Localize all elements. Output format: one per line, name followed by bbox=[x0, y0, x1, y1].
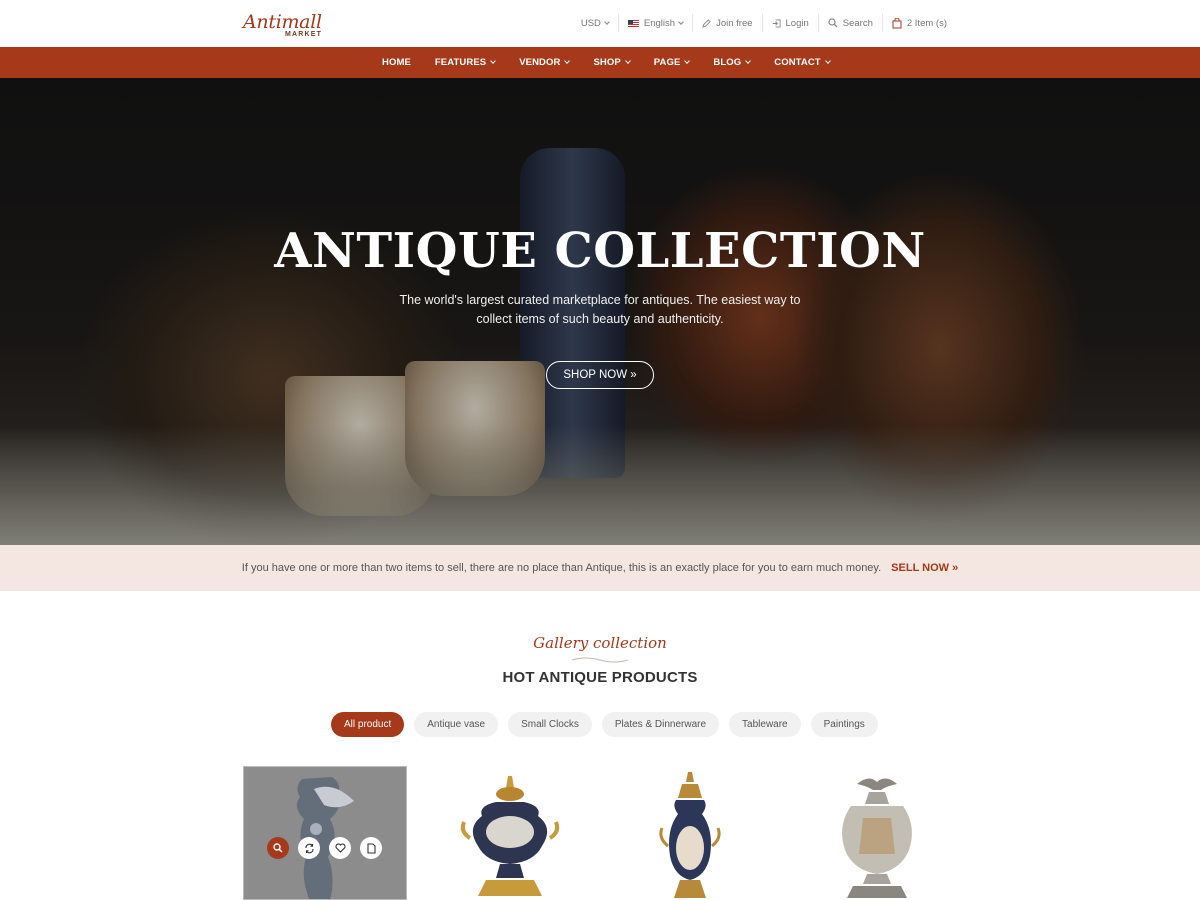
nav-item-shop[interactable]: SHOP bbox=[581, 47, 641, 78]
login-link[interactable]: Login bbox=[761, 14, 818, 32]
chevron-down-icon bbox=[684, 58, 691, 64]
nav-label: CONTACT bbox=[774, 57, 821, 68]
compare-icon bbox=[304, 843, 314, 853]
chevron-down-icon bbox=[745, 58, 752, 64]
product-image-gilded-urn bbox=[460, 776, 560, 896]
join-link[interactable]: Join free bbox=[692, 14, 761, 32]
language-selector[interactable]: English bbox=[617, 14, 692, 32]
language-label: English bbox=[643, 17, 676, 29]
chevron-down-icon bbox=[678, 18, 684, 25]
document-icon bbox=[366, 842, 376, 854]
nav-label: HOME bbox=[382, 57, 411, 68]
flag-icon bbox=[627, 19, 639, 27]
nav-label: VENDOR bbox=[519, 57, 561, 68]
search-icon bbox=[828, 18, 838, 28]
compare-button[interactable] bbox=[298, 837, 320, 859]
ornament-divider-icon bbox=[571, 657, 629, 663]
filter-plates-dinnerware[interactable]: Plates & Dinnerware bbox=[601, 712, 720, 737]
hero-title: ANTIQUE COLLECTION bbox=[274, 223, 926, 279]
pencil-icon bbox=[702, 18, 711, 28]
cart-count: 2 Item (s) bbox=[906, 17, 947, 29]
cart-link[interactable]: 2 Item (s) bbox=[881, 14, 956, 32]
sell-now-link[interactable]: SELL NOW » bbox=[891, 562, 958, 574]
site-logo[interactable]: Antimall MARKET bbox=[243, 8, 323, 40]
nav-item-contact[interactable]: CONTACT bbox=[762, 47, 841, 78]
nav-label: SHOP bbox=[593, 57, 621, 68]
chevron-down-icon bbox=[490, 58, 497, 64]
filter-all-product[interactable]: All product bbox=[331, 712, 405, 737]
top-header: Antimall MARKET USD English Join free Lo… bbox=[0, 0, 1200, 47]
chevron-down-icon bbox=[604, 18, 610, 25]
currency-label: USD bbox=[580, 17, 601, 29]
nav-label: PAGE bbox=[653, 57, 681, 68]
section-title: HOT ANTIQUE PRODUCTS bbox=[502, 669, 698, 686]
nav-item-home[interactable]: HOME bbox=[370, 47, 423, 78]
product-card[interactable] bbox=[797, 766, 961, 900]
product-image-ornate-ewer bbox=[296, 777, 354, 899]
product-image-silver-eagle-urn bbox=[842, 778, 912, 898]
product-actions bbox=[267, 837, 391, 859]
search-label: Search bbox=[842, 17, 873, 29]
quick-view-button[interactable] bbox=[267, 837, 289, 859]
search-link[interactable]: Search bbox=[817, 14, 882, 32]
sell-banner: If you have one or more than two items t… bbox=[0, 545, 1200, 591]
hero-banner: ANTIQUE COLLECTION The world's largest c… bbox=[0, 78, 1200, 545]
login-icon bbox=[772, 18, 781, 28]
filter-small-clocks[interactable]: Small Clocks bbox=[508, 712, 592, 737]
logo-subtitle: MARKET bbox=[285, 31, 323, 38]
nav-label: FEATURES bbox=[434, 57, 487, 68]
product-card[interactable] bbox=[243, 766, 407, 900]
details-button[interactable] bbox=[360, 837, 382, 859]
nav-label: BLOG bbox=[713, 57, 742, 68]
shopping-bag-icon bbox=[892, 17, 902, 29]
product-filter-tabs: All product Antique vase Small Clocks Pl… bbox=[331, 712, 888, 737]
top-utility-links: USD English Join free Login Search 2 Ite… bbox=[572, 14, 956, 32]
login-label: Login bbox=[785, 17, 809, 29]
wishlist-button[interactable] bbox=[329, 837, 351, 859]
shop-now-button[interactable]: SHOP NOW » bbox=[546, 361, 654, 389]
product-card[interactable] bbox=[610, 766, 774, 900]
section-script-title: Gallery collection bbox=[533, 634, 667, 652]
filter-paintings[interactable]: Paintings bbox=[810, 712, 878, 737]
chevron-down-icon bbox=[624, 58, 631, 64]
nav-item-blog[interactable]: BLOG bbox=[701, 47, 762, 78]
product-card[interactable] bbox=[430, 766, 594, 900]
search-icon bbox=[273, 843, 283, 853]
main-nav: HOME FEATURES VENDOR SHOP PAGE BLOG CONT… bbox=[0, 47, 1200, 78]
filter-tableware[interactable]: Tableware bbox=[729, 712, 801, 737]
heart-icon bbox=[334, 843, 346, 853]
currency-selector[interactable]: USD bbox=[572, 14, 618, 32]
nav-item-features[interactable]: FEATURES bbox=[423, 47, 507, 78]
chevron-down-icon bbox=[824, 58, 831, 64]
nav-item-page[interactable]: PAGE bbox=[642, 47, 702, 78]
sell-banner-text: If you have one or more than two items t… bbox=[241, 562, 882, 574]
nav-item-vendor[interactable]: VENDOR bbox=[507, 47, 581, 78]
hero-subtitle: The world's largest curated marketplace … bbox=[399, 293, 801, 326]
product-image-sevres-vase bbox=[659, 772, 721, 898]
chevron-down-icon bbox=[564, 58, 571, 64]
join-label: Join free bbox=[716, 17, 753, 29]
filter-antique-vase[interactable]: Antique vase bbox=[414, 712, 499, 737]
